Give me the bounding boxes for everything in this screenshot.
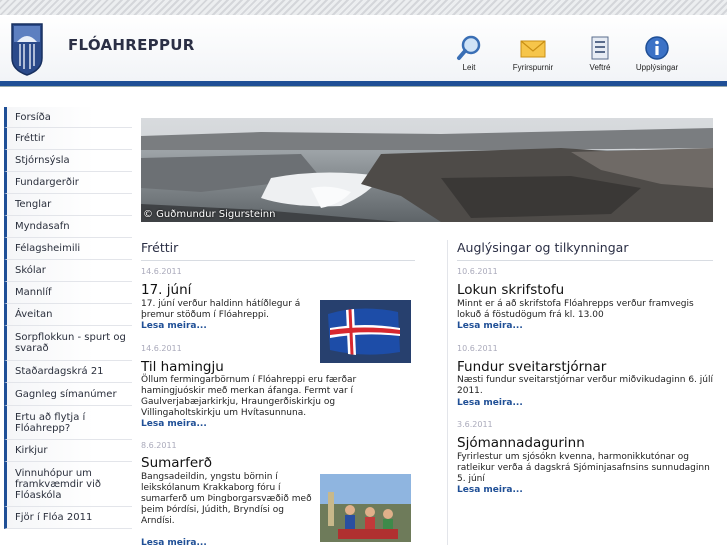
announcement-summary: Næsti fundur sveitarstjórnar verður miðv… xyxy=(457,375,713,396)
sidebar-item-label: Skólar xyxy=(15,265,46,276)
news-summary: 17. júní verður haldinn hátíðlegur á þre… xyxy=(141,299,301,320)
sidebar-item-label: Tenglar xyxy=(15,199,52,210)
news-title[interactable]: Sumarferð xyxy=(141,455,212,471)
announcement-summary: Minnt er á að skrifstofa Flóahrepps verð… xyxy=(457,299,694,320)
sitemap-icon xyxy=(591,36,609,60)
sidebar-item-label: Félagsheimili xyxy=(15,243,81,254)
sidebar-item-myndasafn[interactable]: Myndasafn xyxy=(4,216,132,238)
news-heading: Fréttir xyxy=(141,240,415,261)
announcements-heading: Auglýsingar og tilkynningar xyxy=(457,240,713,261)
news-title[interactable]: 17. júní xyxy=(141,282,191,298)
sidebar-item-simanumer[interactable]: Gagnleg símanúmer xyxy=(4,383,132,406)
read-more-link[interactable]: Lesa meira... xyxy=(141,538,207,548)
news-image-children[interactable] xyxy=(320,474,411,542)
toolbar-sitemap-label: Veftré xyxy=(589,63,611,72)
announcement-date: 10.6.2011 xyxy=(457,267,498,276)
sidebar-item-label: Kirkjur xyxy=(15,445,48,456)
toolbar-info[interactable]: Upplýsingar xyxy=(617,35,697,72)
sidebar-item-label: Fundargerðir xyxy=(15,177,79,188)
news-image-flag[interactable] xyxy=(320,300,411,363)
sidebar-item-label: Áveitan xyxy=(15,309,53,320)
sidebar-item-skolar[interactable]: Skólar xyxy=(4,260,132,282)
sidebar-item-frettir[interactable]: Fréttir xyxy=(4,128,132,150)
sidebar-item-vinnuhopur[interactable]: Vinnuhópur um framkvæmdir við Flóaskóla xyxy=(4,462,132,507)
read-more-link[interactable]: Lesa meira... xyxy=(457,485,523,495)
toolbar-search-label: Leit xyxy=(462,63,476,72)
sidebar-item-label: Gagnleg símanúmer xyxy=(15,388,117,400)
sidebar-item-tenglar[interactable]: Tenglar xyxy=(4,194,132,216)
sidebar-navigation: Forsíða Fréttir Stjórnsýsla Fundargerðir… xyxy=(4,107,132,529)
announcement-date: 3.6.2011 xyxy=(457,420,493,429)
banner-photo: © Guðmundur Sigursteinn xyxy=(141,118,713,222)
sidebar-item-mannlif[interactable]: Mannlíf xyxy=(4,282,132,304)
children-outing-image xyxy=(320,474,411,542)
municipal-shield-logo[interactable] xyxy=(11,22,43,76)
toolbar-info-label: Upplýsingar xyxy=(635,63,679,72)
sidebar-item-label: Sorpflokkun - spurt og svarað xyxy=(15,332,126,354)
announcement-title[interactable]: Fundur sveitarstjórnar xyxy=(457,359,606,375)
read-more-link[interactable]: Lesa meira... xyxy=(457,398,523,408)
announcement-summary: Fyrirlestur um sjósókn kvenna, harmonikk… xyxy=(457,452,710,484)
site-brand-title[interactable]: FLÓAHREPPUR xyxy=(68,36,195,54)
news-summary: Öllum fermingarbörnum í Flóahreppi eru f… xyxy=(141,375,357,418)
sidebar-item-stjornsysla[interactable]: Stjórnsýsla xyxy=(4,150,132,172)
sidebar-item-label: Ertu að flytja í Flóahrepp? xyxy=(15,411,86,434)
sidebar-item-label: Staðardagskrá 21 xyxy=(15,366,104,377)
info-icon xyxy=(645,36,669,60)
sidebar-item-fundargerdir[interactable]: Fundargerðir xyxy=(4,172,132,194)
sidebar-item-flytja[interactable]: Ertu að flytja í Flóahrepp? xyxy=(4,406,132,440)
news-summary: Bangsadeildin, yngstu börnin í leikskóla… xyxy=(141,472,312,526)
site-header: FLÓAHREPPUR Leit Fyrirspurnir Veftré Upp… xyxy=(0,15,727,81)
sidebar-item-label: Vinnuhópur um framkvæmdir við Flóaskóla xyxy=(15,467,102,501)
sidebar-item-label: Forsíða xyxy=(15,111,51,123)
waterfall-landscape-image xyxy=(141,118,713,222)
announcement-title[interactable]: Lokun skrifstofu xyxy=(457,282,564,298)
announcements-column: Auglýsingar og tilkynningar xyxy=(457,240,713,261)
toolbar-inquiries-label: Fyrirspurnir xyxy=(512,63,554,72)
icelandic-flag-image xyxy=(320,300,411,363)
read-more-link[interactable]: Lesa meira... xyxy=(141,321,207,331)
read-more-link[interactable]: Lesa meira... xyxy=(457,321,523,331)
top-pattern-stripe xyxy=(0,0,727,15)
news-column: Fréttir xyxy=(141,240,415,261)
news-date: 8.6.2011 xyxy=(141,441,177,450)
sidebar-item-kirkjur[interactable]: Kirkjur xyxy=(4,440,132,462)
announcement-date: 10.6.2011 xyxy=(457,344,498,353)
sidebar-item-forsida[interactable]: Forsíða xyxy=(4,107,132,128)
news-title[interactable]: Til hamingju xyxy=(141,359,224,375)
sidebar-item-felagsheimili[interactable]: Félagsheimili xyxy=(4,238,132,260)
sidebar-item-label: Mannlíf xyxy=(15,287,52,298)
sidebar-item-label: Myndasafn xyxy=(15,221,70,232)
news-date: 14.6.2011 xyxy=(141,344,182,353)
sidebar-item-label: Fréttir xyxy=(15,133,45,144)
magnifier-icon xyxy=(457,35,481,60)
header-divider xyxy=(0,86,727,87)
sidebar-item-fjor[interactable]: Fjör í Flóa 2011 xyxy=(4,507,132,529)
read-more-link[interactable]: Lesa meira... xyxy=(141,419,207,429)
sidebar-item-label: Fjör í Flóa 2011 xyxy=(15,512,93,523)
sidebar-item-label: Stjórnsýsla xyxy=(15,155,70,166)
sidebar-item-stadardagskra[interactable]: Staðardagskrá 21 xyxy=(4,361,132,383)
announcement-title[interactable]: Sjómannadagurinn xyxy=(457,435,585,451)
envelope-icon xyxy=(520,40,546,58)
photo-credit: © Guðmundur Sigursteinn xyxy=(143,209,276,220)
sidebar-item-aveitan[interactable]: Áveitan xyxy=(4,304,132,326)
sidebar-item-sorpflokkun[interactable]: Sorpflokkun - spurt og svarað xyxy=(4,326,132,361)
column-divider xyxy=(447,240,448,545)
news-date: 14.6.2011 xyxy=(141,267,182,276)
